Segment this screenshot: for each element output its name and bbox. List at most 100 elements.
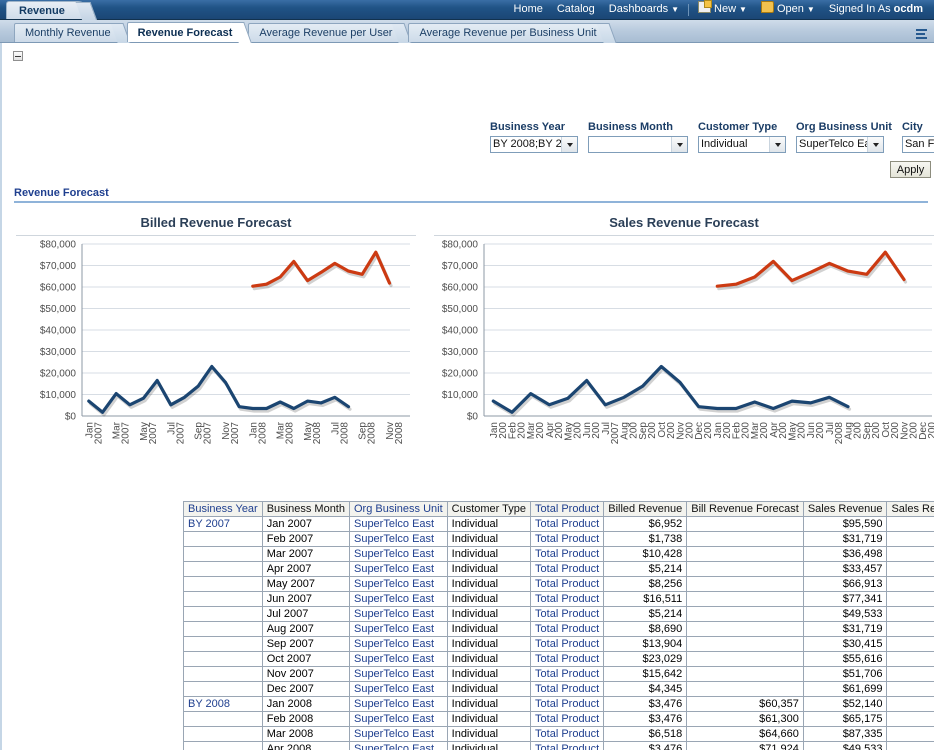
cell-org_unit[interactable]: SuperTelco East xyxy=(348,531,448,547)
cell-total_product[interactable]: Total Product xyxy=(530,531,605,547)
revenue-forecast-table: Business Year Business Month Org Busines… xyxy=(183,501,934,750)
cell-bill_forecast xyxy=(686,591,804,607)
cell-org_unit[interactable]: SuperTelco East xyxy=(348,681,448,697)
cell-business_year[interactable] xyxy=(183,666,263,682)
col-org-business-unit[interactable]: Org Business Unit xyxy=(348,501,448,517)
cell-sales_revenue: $36,498 xyxy=(802,546,888,562)
dropdown-arrow-icon[interactable] xyxy=(769,137,785,152)
cell-business_year[interactable] xyxy=(183,561,263,577)
cell-org_unit[interactable]: SuperTelco East xyxy=(348,666,448,682)
cell-total_product[interactable]: Total Product xyxy=(530,576,605,592)
cell-total_product[interactable]: Total Product xyxy=(530,741,605,750)
col-business-year[interactable]: Business Year xyxy=(183,501,263,517)
cell-sales_revenue: $30,415 xyxy=(802,636,888,652)
col-business-month[interactable]: Business Month xyxy=(261,501,350,517)
cell-business_year[interactable] xyxy=(183,681,263,697)
cell-total_product[interactable]: Total Product xyxy=(530,681,605,697)
cell-org_unit[interactable]: SuperTelco East xyxy=(348,561,448,577)
cell-org_unit[interactable]: SuperTelco East xyxy=(348,651,448,667)
cell-total_product[interactable]: Total Product xyxy=(530,516,605,532)
cell-total_product[interactable]: Total Product xyxy=(530,711,605,727)
signed-in-user[interactable]: ocdm xyxy=(894,3,923,15)
svg-text:$10,000: $10,000 xyxy=(442,390,479,401)
cell-business_year[interactable] xyxy=(183,531,263,547)
collapse-section-icon[interactable] xyxy=(13,51,23,61)
page-options-icon[interactable] xyxy=(916,29,929,40)
cell-billed_revenue: $1,738 xyxy=(603,531,688,547)
application-title-tab[interactable]: Revenue xyxy=(6,1,88,19)
svg-text:2008: 2008 xyxy=(394,422,405,445)
cell-org_unit[interactable]: SuperTelco East xyxy=(348,726,448,742)
prompt-business-year-field[interactable]: BY 2008;BY 200 xyxy=(490,136,578,153)
prompt-city-field[interactable]: San Franci xyxy=(901,136,934,153)
cell-org_unit[interactable]: SuperTelco East xyxy=(348,696,448,712)
tab-revenue-forecast[interactable]: Revenue Forecast xyxy=(126,22,244,42)
svg-text:2008: 2008 xyxy=(312,422,323,445)
apply-button[interactable]: Apply xyxy=(890,161,931,178)
col-billed-revenue[interactable]: Billed Revenue xyxy=(603,501,688,517)
cell-business_year[interactable]: BY 2007 xyxy=(183,516,263,532)
col-customer-type[interactable]: Customer Type xyxy=(446,501,532,517)
cell-total_product[interactable]: Total Product xyxy=(530,621,605,637)
cell-org_unit[interactable]: SuperTelco East xyxy=(348,546,448,562)
cell-customer_type: Individual xyxy=(446,681,532,697)
nav-catalog[interactable]: Catalog xyxy=(550,0,602,19)
cell-org_unit[interactable]: SuperTelco East xyxy=(348,636,448,652)
cell-business_year[interactable]: BY 2008 xyxy=(183,696,263,712)
col-sales-revenue[interactable]: Sales Revenue xyxy=(802,501,888,517)
cell-org_unit[interactable]: SuperTelco East xyxy=(348,711,448,727)
cell-business_year[interactable] xyxy=(183,576,263,592)
cell-business_year[interactable] xyxy=(183,591,263,607)
table-row: Mar 2008 SuperTelco East Individual Total P… xyxy=(183,726,934,742)
cell-business_year[interactable] xyxy=(183,621,263,637)
tab-average-revenue-per-user[interactable]: Average Revenue per User xyxy=(248,23,404,42)
cell-total_product[interactable]: Total Product xyxy=(530,696,605,712)
table-row: May 2007 SuperTelco East Individual Total P… xyxy=(183,576,934,592)
cell-business_month: Sep 2007 xyxy=(261,636,350,652)
cell-total_product[interactable]: Total Product xyxy=(530,636,605,652)
cell-total_product[interactable]: Total Product xyxy=(530,546,605,562)
page-options[interactable] xyxy=(916,29,929,40)
prompt-business-month-value xyxy=(589,137,593,152)
cell-org_unit[interactable]: SuperTelco East xyxy=(348,621,448,637)
tab-monthly-revenue[interactable]: Monthly Revenue xyxy=(14,23,122,42)
cell-total_product[interactable]: Total Product xyxy=(530,666,605,682)
prompt-org-business-unit-field[interactable]: SuperTelco East xyxy=(796,136,884,153)
col-total-product[interactable]: Total Product xyxy=(530,501,605,517)
col-sales-revenue-forecast[interactable]: Sales Re xyxy=(886,501,934,517)
cell-business_year[interactable] xyxy=(183,606,263,622)
cell-total_product[interactable]: Total Product xyxy=(530,561,605,577)
chart-sales-revenue-forecast: Sales Revenue Forecast $0 $10,000 $20,000 $… xyxy=(434,211,934,496)
cell-org_unit[interactable]: SuperTelco East xyxy=(348,591,448,607)
cell-business_year[interactable] xyxy=(183,636,263,652)
dropdown-arrow-icon[interactable] xyxy=(671,137,687,152)
cell-business_year[interactable] xyxy=(183,726,263,742)
nav-home[interactable]: Home xyxy=(507,0,550,19)
col-bill-revenue-forecast[interactable]: Bill Revenue Forecast xyxy=(686,501,804,517)
nav-dashboards[interactable]: Dashboards ▼ xyxy=(602,0,686,19)
dropdown-arrow-icon[interactable] xyxy=(561,137,577,152)
cell-total_product[interactable]: Total Product xyxy=(530,651,605,667)
tab-average-revenue-per-business-unit[interactable]: Average Revenue per Business Unit xyxy=(408,23,608,42)
prompt-business-month-field[interactable] xyxy=(588,136,688,153)
cell-org_unit[interactable]: SuperTelco East xyxy=(348,516,448,532)
chart-sales-title: Sales Revenue Forecast xyxy=(609,215,759,230)
svg-text:2007: 2007 xyxy=(230,422,241,445)
cell-business_year[interactable] xyxy=(183,651,263,667)
cell-bill_forecast xyxy=(686,516,804,532)
cell-business_year[interactable] xyxy=(183,711,263,727)
cell-org_unit[interactable]: SuperTelco East xyxy=(348,606,448,622)
cell-customer_type: Individual xyxy=(446,546,532,562)
dropdown-arrow-icon[interactable] xyxy=(867,137,883,152)
prompt-business-year-label: Business Year xyxy=(490,121,566,133)
cell-total_product[interactable]: Total Product xyxy=(530,606,605,622)
cell-total_product[interactable]: Total Product xyxy=(530,591,605,607)
cell-business_year[interactable] xyxy=(183,741,263,750)
cell-business_year[interactable] xyxy=(183,546,263,562)
nav-new[interactable]: New ▼ xyxy=(691,0,754,19)
cell-org_unit[interactable]: SuperTelco East xyxy=(348,576,448,592)
nav-open[interactable]: Open ▼ xyxy=(754,0,822,19)
cell-total_product[interactable]: Total Product xyxy=(530,726,605,742)
cell-org_unit[interactable]: SuperTelco East xyxy=(348,741,448,750)
prompt-customer-type-field[interactable]: Individual xyxy=(698,136,786,153)
